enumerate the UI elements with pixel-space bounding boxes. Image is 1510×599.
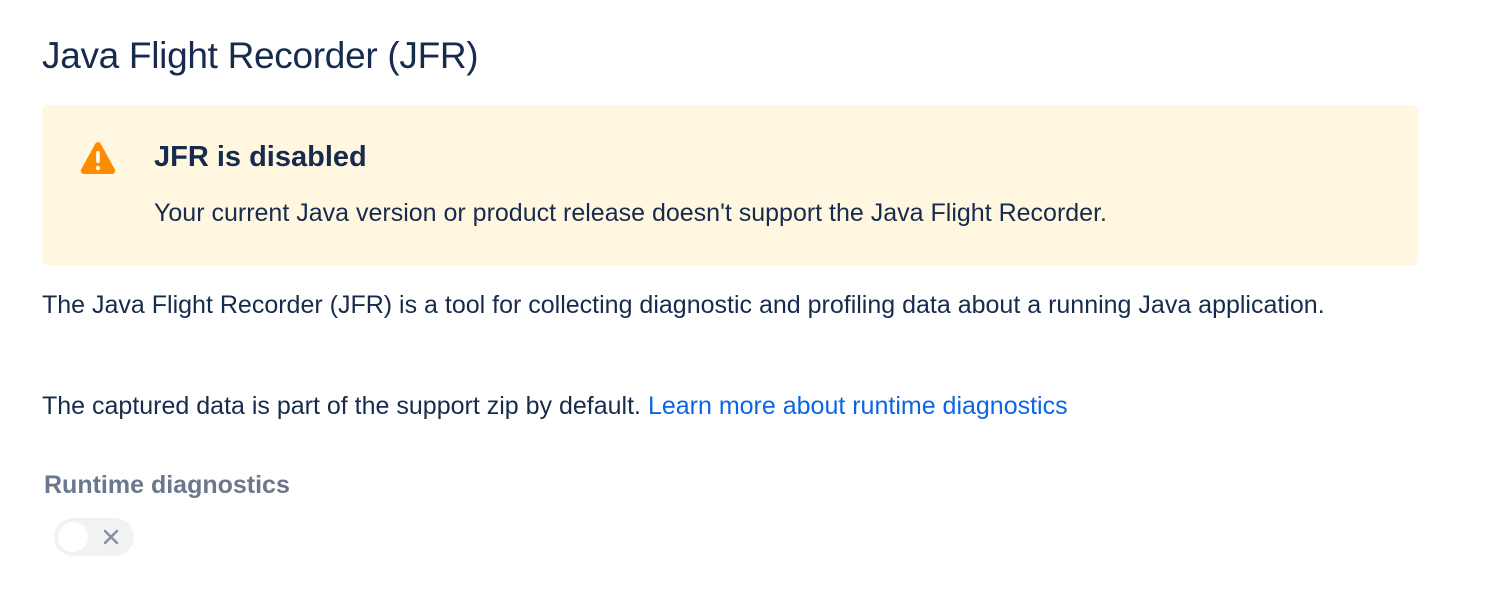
close-icon bbox=[102, 528, 120, 546]
warning-icon bbox=[80, 141, 116, 175]
warning-banner: JFR is disabled Your current Java versio… bbox=[42, 105, 1418, 265]
support-zip-text: The captured data is part of the support… bbox=[42, 392, 641, 420]
page-title: Java Flight Recorder (JFR) bbox=[42, 35, 479, 76]
jfr-description: The Java Flight Recorder (JFR) is a tool… bbox=[42, 291, 1325, 319]
runtime-diagnostics-toggle[interactable] bbox=[54, 518, 134, 556]
toggle-knob bbox=[58, 522, 88, 552]
runtime-diagnostics-label: Runtime diagnostics bbox=[44, 471, 290, 499]
banner-message: Your current Java version or product rel… bbox=[154, 199, 1107, 227]
support-zip-note: The captured data is part of the support… bbox=[42, 386, 1068, 426]
learn-more-link[interactable]: Learn more about runtime diagnostics bbox=[648, 392, 1068, 420]
banner-title: JFR is disabled bbox=[154, 141, 367, 173]
